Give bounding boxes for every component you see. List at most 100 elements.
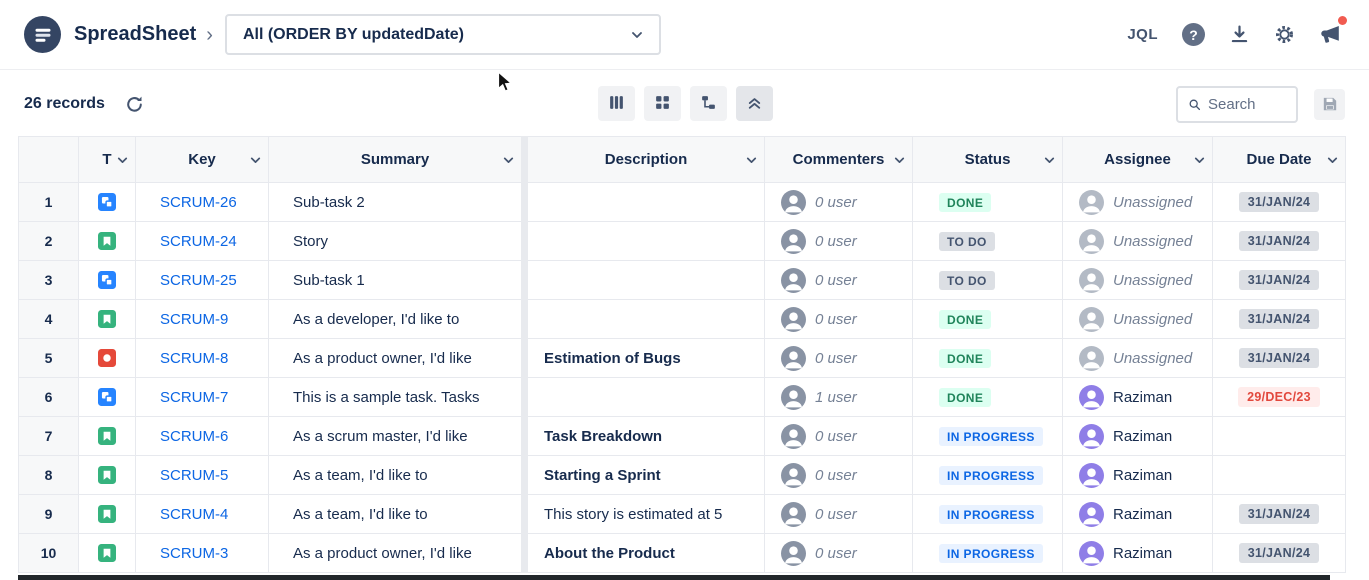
help-icon[interactable]: ? xyxy=(1182,23,1205,46)
column-header-status[interactable]: Status xyxy=(913,137,1063,183)
issue-type-cell[interactable] xyxy=(79,339,136,378)
issue-key-link[interactable]: SCRUM-3 xyxy=(160,545,228,562)
horizontal-scrollbar[interactable] xyxy=(18,575,1330,580)
issue-type-cell[interactable] xyxy=(79,222,136,261)
due-date-cell[interactable]: 31/JAN/24 xyxy=(1213,495,1346,534)
issue-key-link[interactable]: SCRUM-4 xyxy=(160,506,228,523)
summary-cell[interactable]: As a product owner, I'd like xyxy=(269,339,525,378)
issue-key-cell[interactable]: SCRUM-3 xyxy=(136,534,269,573)
issue-type-cell[interactable] xyxy=(79,378,136,417)
row-number[interactable]: 4 xyxy=(19,300,79,339)
column-header-rownum[interactable] xyxy=(19,137,79,183)
status-cell[interactable]: IN PROGRESS xyxy=(913,495,1063,534)
issue-key-cell[interactable]: SCRUM-5 xyxy=(136,456,269,495)
row-number[interactable]: 10 xyxy=(19,534,79,573)
commenters-cell[interactable]: 0 user xyxy=(765,534,913,573)
gear-icon[interactable] xyxy=(1274,24,1295,45)
commenters-cell[interactable]: 1 user xyxy=(765,378,913,417)
status-cell[interactable]: DONE xyxy=(913,300,1063,339)
hierarchy-view-button[interactable] xyxy=(690,86,727,121)
commenters-cell[interactable]: 0 user xyxy=(765,495,913,534)
summary-cell[interactable]: As a product owner, I'd like xyxy=(269,534,525,573)
summary-cell[interactable]: As a team, I'd like to xyxy=(269,495,525,534)
assignee-cell[interactable]: Raziman xyxy=(1063,456,1213,495)
due-date-cell[interactable]: 31/JAN/24 xyxy=(1213,183,1346,222)
assignee-cell[interactable]: Unassigned xyxy=(1063,183,1213,222)
issue-key-link[interactable]: SCRUM-9 xyxy=(160,311,228,328)
issue-type-cell[interactable] xyxy=(79,495,136,534)
collapse-all-view-button[interactable] xyxy=(736,86,773,121)
cards-view-button[interactable] xyxy=(644,86,681,121)
assignee-cell[interactable]: Raziman xyxy=(1063,378,1213,417)
issue-key-cell[interactable]: SCRUM-7 xyxy=(136,378,269,417)
status-cell[interactable]: IN PROGRESS xyxy=(913,456,1063,495)
status-cell[interactable]: DONE xyxy=(913,378,1063,417)
issue-key-link[interactable]: SCRUM-8 xyxy=(160,350,228,367)
issue-key-cell[interactable]: SCRUM-4 xyxy=(136,495,269,534)
row-number[interactable]: 8 xyxy=(19,456,79,495)
commenters-cell[interactable]: 0 user xyxy=(765,456,913,495)
save-button[interactable] xyxy=(1314,89,1345,120)
column-menu-chevron-icon[interactable] xyxy=(115,152,130,167)
column-menu-chevron-icon[interactable] xyxy=(1325,152,1340,167)
assignee-cell[interactable]: Raziman xyxy=(1063,534,1213,573)
description-cell[interactable]: About the Product xyxy=(525,534,765,573)
row-number[interactable]: 7 xyxy=(19,417,79,456)
assignee-cell[interactable]: Unassigned xyxy=(1063,339,1213,378)
column-header-summary[interactable]: Summary xyxy=(269,137,525,183)
commenters-cell[interactable]: 0 user xyxy=(765,417,913,456)
column-menu-chevron-icon[interactable] xyxy=(892,152,907,167)
filter-dropdown[interactable]: All (ORDER BY updatedDate) xyxy=(225,14,661,55)
issue-type-cell[interactable] xyxy=(79,261,136,300)
megaphone-icon[interactable] xyxy=(1319,23,1343,47)
download-icon[interactable] xyxy=(1229,24,1250,45)
issue-key-link[interactable]: SCRUM-24 xyxy=(160,233,237,250)
description-cell[interactable] xyxy=(525,261,765,300)
issue-key-cell[interactable]: SCRUM-24 xyxy=(136,222,269,261)
issue-key-cell[interactable]: SCRUM-9 xyxy=(136,300,269,339)
issue-type-cell[interactable] xyxy=(79,183,136,222)
column-menu-chevron-icon[interactable] xyxy=(1192,152,1207,167)
column-header-t[interactable]: T xyxy=(79,137,136,183)
column-menu-chevron-icon[interactable] xyxy=(1042,152,1057,167)
due-date-cell[interactable]: 31/JAN/24 xyxy=(1213,339,1346,378)
issue-key-cell[interactable]: SCRUM-25 xyxy=(136,261,269,300)
column-header-key[interactable]: Key xyxy=(136,137,269,183)
commenters-cell[interactable]: 0 user xyxy=(765,339,913,378)
column-header-assignee[interactable]: Assignee xyxy=(1063,137,1213,183)
description-cell[interactable] xyxy=(525,378,765,417)
column-header-due-date[interactable]: Due Date xyxy=(1213,137,1346,183)
due-date-cell[interactable]: 31/JAN/24 xyxy=(1213,300,1346,339)
description-cell[interactable] xyxy=(525,222,765,261)
column-menu-chevron-icon[interactable] xyxy=(248,152,263,167)
assignee-cell[interactable]: Unassigned xyxy=(1063,261,1213,300)
due-date-cell[interactable]: 29/DEC/23 xyxy=(1213,378,1346,417)
row-number[interactable]: 9 xyxy=(19,495,79,534)
summary-cell[interactable]: As a scrum master, I'd like xyxy=(269,417,525,456)
due-date-cell[interactable]: 31/JAN/24 xyxy=(1213,534,1346,573)
issue-key-cell[interactable]: SCRUM-8 xyxy=(136,339,269,378)
due-date-cell[interactable] xyxy=(1213,417,1346,456)
issue-key-link[interactable]: SCRUM-26 xyxy=(160,194,237,211)
summary-cell[interactable]: As a developer, I'd like to xyxy=(269,300,525,339)
issue-type-cell[interactable] xyxy=(79,417,136,456)
due-date-cell[interactable]: 31/JAN/24 xyxy=(1213,222,1346,261)
description-cell[interactable] xyxy=(525,300,765,339)
status-cell[interactable]: IN PROGRESS xyxy=(913,534,1063,573)
assignee-cell[interactable]: Unassigned xyxy=(1063,300,1213,339)
search-input[interactable] xyxy=(1208,96,1288,113)
issue-type-cell[interactable] xyxy=(79,534,136,573)
summary-cell[interactable]: Sub-task 2 xyxy=(269,183,525,222)
description-cell[interactable]: Task Breakdown xyxy=(525,417,765,456)
status-cell[interactable]: IN PROGRESS xyxy=(913,417,1063,456)
commenters-cell[interactable]: 0 user xyxy=(765,222,913,261)
commenters-cell[interactable]: 0 user xyxy=(765,261,913,300)
row-number[interactable]: 5 xyxy=(19,339,79,378)
due-date-cell[interactable]: 31/JAN/24 xyxy=(1213,261,1346,300)
status-cell[interactable]: DONE xyxy=(913,183,1063,222)
commenters-cell[interactable]: 0 user xyxy=(765,183,913,222)
issue-key-cell[interactable]: SCRUM-26 xyxy=(136,183,269,222)
issue-key-link[interactable]: SCRUM-5 xyxy=(160,467,228,484)
column-menu-chevron-icon[interactable] xyxy=(744,152,759,167)
issue-key-link[interactable]: SCRUM-7 xyxy=(160,389,228,406)
